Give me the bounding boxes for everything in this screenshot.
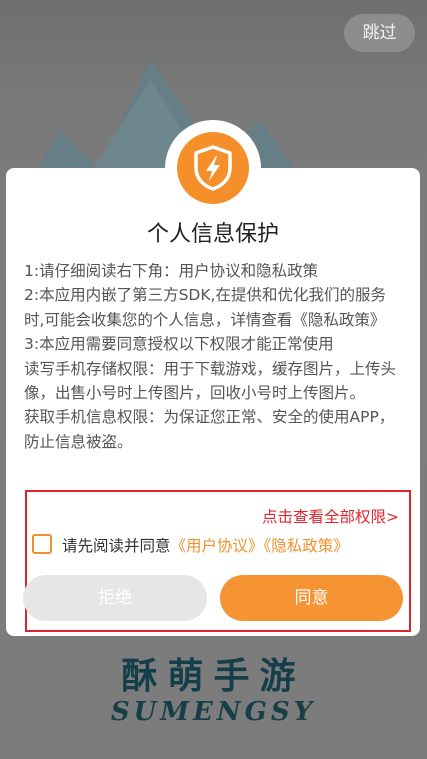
policy-paragraph: 读写手机存储权限：用于下载游戏，缓存图片，上传头像，出售小号时上传图片，回收小号… [24,359,397,403]
user-agreement-link[interactable]: 《用户协议》 [171,537,264,555]
skip-button[interactable]: 跳过 [344,14,415,52]
policy-paragraph: 3:本应用需要同意授权以下权限才能正常使用 [24,335,334,354]
shield-lightning-icon [194,145,232,191]
privacy-policy-link[interactable]: 《隐私政策》 [264,537,349,555]
agree-text: 请先阅读并同意《用户协议》《隐私政策》 [62,534,349,556]
agree-prefix: 请先阅读并同意 [62,537,171,555]
policy-text[interactable]: 1:请仔细阅读右下角：用户协议和隐私政策 2:本应用内嵌了第三方SDK,在提供和… [24,259,406,502]
agree-button[interactable]: 同意 [220,575,403,621]
policy-paragraph: 获取手机信息权限：为保证您正常、安全的使用APP，防止信息被盗。 [24,408,395,451]
view-all-permissions-link[interactable]: 点击查看全部权限> [262,505,399,527]
refuse-button[interactable]: 拒绝 [23,575,207,621]
brand-logo: 酥萌手游 SUMENGSY [0,655,427,727]
shield-badge [177,132,249,204]
policy-paragraph: 2:本应用内嵌了第三方SDK,在提供和优化我们的服务时,可能会收集您的个人信息，… [24,286,386,329]
brand-name-english: SUMENGSY [110,697,317,727]
dialog-title: 个人信息保护 [146,222,279,247]
agree-checkbox[interactable] [32,534,52,554]
brand-name-chinese: 酥萌手游 [121,655,306,697]
policy-paragraph: 1:请仔细阅读右下角：用户协议和隐私政策 [24,262,319,280]
